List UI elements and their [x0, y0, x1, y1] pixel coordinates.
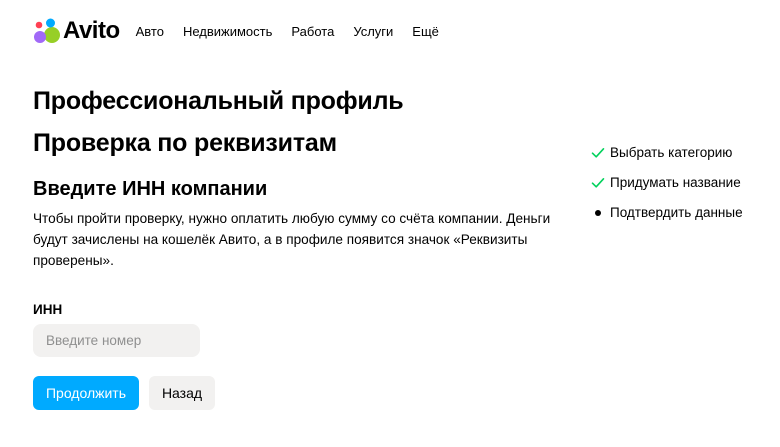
page-subtitle: Проверка по реквизитам	[33, 129, 337, 157]
section-description: Чтобы пройти проверку, нужно оплатить лю…	[33, 211, 551, 268]
avito-logo-text: Avito	[63, 17, 120, 44]
nav-item-services[interactable]: Услуги	[353, 24, 393, 39]
nav-item-real-estate[interactable]: Недвижимость	[183, 24, 272, 39]
nav-item-jobs[interactable]: Работа	[291, 24, 334, 39]
top-nav: Авто Недвижимость Работа Услуги Ещё	[136, 24, 458, 39]
bullet-icon	[590, 205, 606, 221]
step-label: Выбрать категорию	[610, 145, 733, 160]
check-icon	[590, 175, 606, 191]
header: Avito Авто Недвижимость Работа Услуги Ещ…	[33, 14, 458, 48]
steps-list: Выбрать категорию Придумать название Под…	[590, 143, 743, 233]
avito-logo[interactable]: Avito	[33, 18, 120, 44]
page-title: Профессиональный профиль	[33, 87, 404, 115]
check-icon	[590, 145, 606, 161]
avito-logo-icon	[34, 18, 60, 43]
step-item: Подтвердить данные	[590, 203, 743, 223]
section-title: Введите ИНН компании	[33, 178, 268, 200]
inn-input[interactable]	[33, 324, 200, 357]
back-button[interactable]: Назад	[149, 376, 215, 410]
inn-label: ИНН	[33, 302, 63, 317]
step-item: Придумать название	[590, 173, 743, 193]
step-label: Придумать название	[610, 175, 741, 190]
continue-button[interactable]: Продолжить	[33, 376, 139, 410]
nav-item-auto[interactable]: Авто	[136, 24, 164, 39]
step-label: Подтвердить данные	[610, 205, 743, 220]
step-item: Выбрать категорию	[590, 143, 743, 163]
nav-item-more[interactable]: Ещё	[412, 24, 439, 39]
